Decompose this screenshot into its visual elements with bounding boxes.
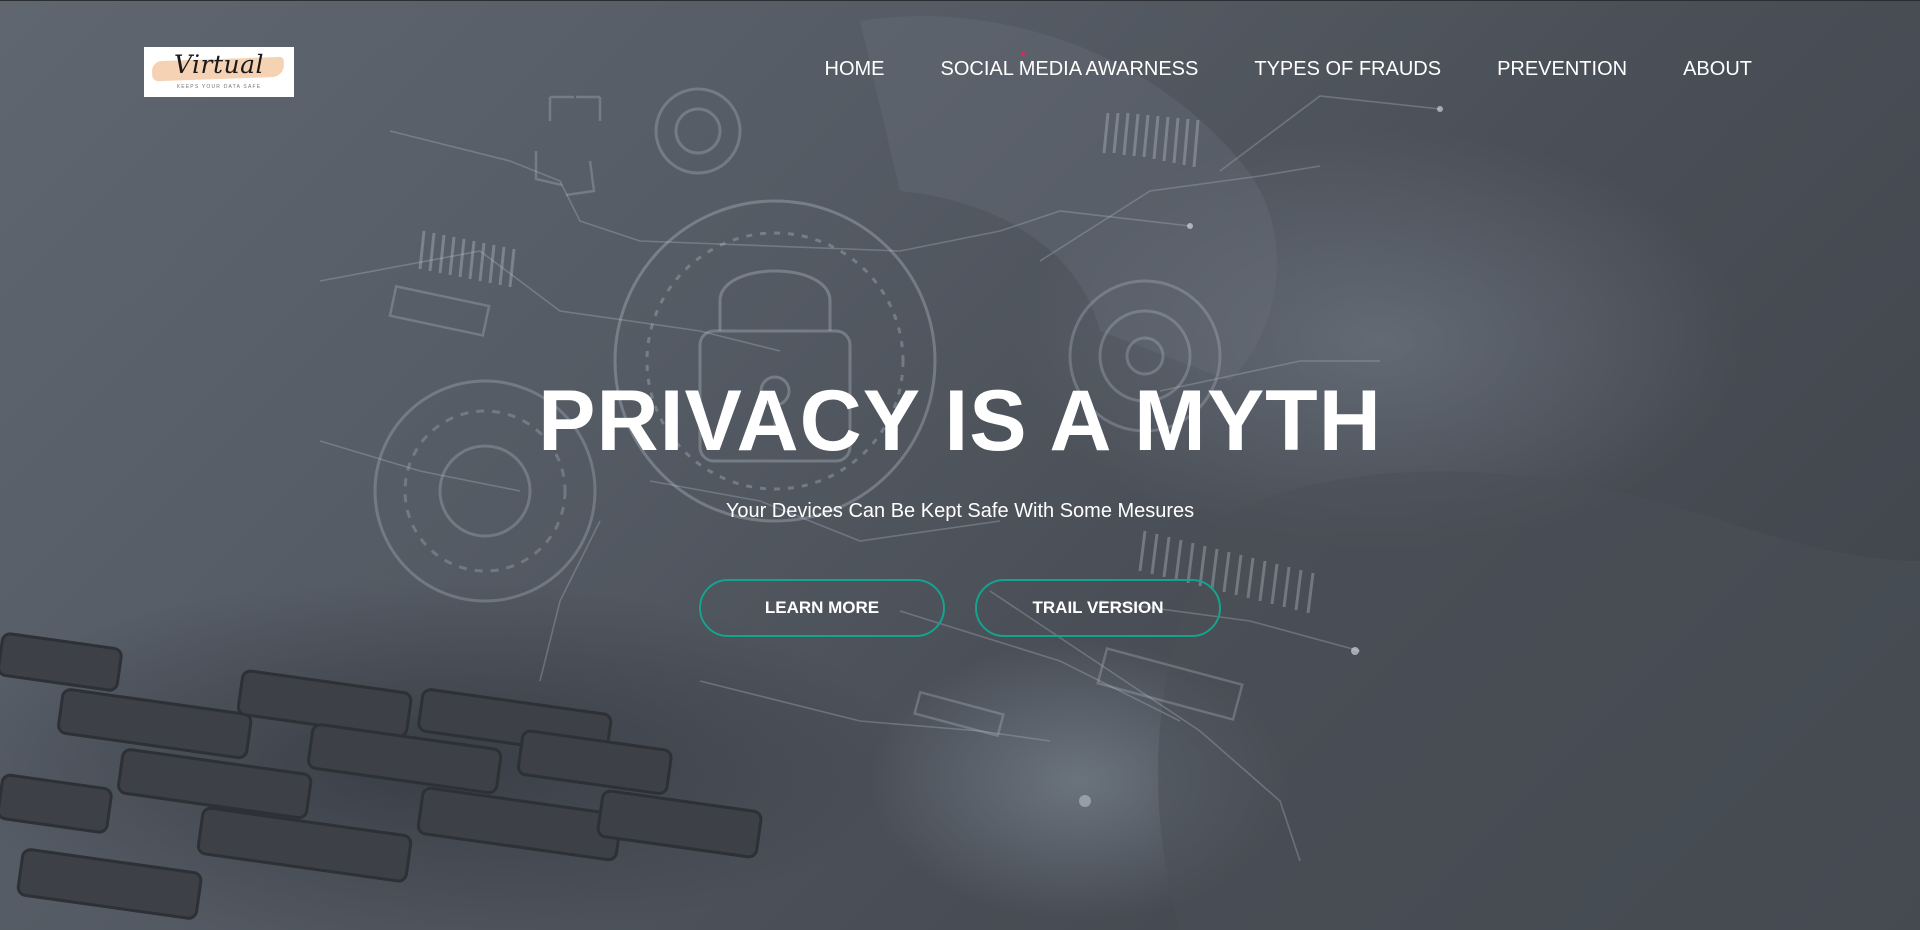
nav-item-home[interactable]: HOME — [825, 58, 885, 81]
trail-version-button[interactable]: TRAIL VERSION — [975, 579, 1221, 637]
nav-item-prevention[interactable]: PREVENTION — [1497, 58, 1627, 81]
hero-headline: PRIVACY IS A MYTH — [538, 373, 1382, 469]
logo-tagline: KEEPS YOUR DATA SAFE — [176, 84, 262, 90]
hero-subtitle: Your Devices Can Be Kept Safe With Some … — [725, 500, 1195, 522]
main-navigation: HOME SOCIAL MEDIA AWARNESS TYPES OF FRAU… — [825, 52, 1752, 81]
logo-wordmark: Virtual — [173, 50, 265, 79]
hand-illustration — [1157, 471, 1920, 930]
learn-more-button[interactable]: LEARN MORE — [699, 579, 945, 637]
nav-item-social-media-awarness[interactable]: SOCIAL MEDIA AWARNESS — [940, 52, 1199, 81]
keyboard-illustration — [0, 632, 763, 920]
active-indicator-dot — [1020, 52, 1025, 56]
nav-item-types-of-frauds[interactable]: TYPES OF FRAUDS — [1254, 58, 1441, 81]
nav-item-about[interactable]: ABOUT — [1683, 58, 1752, 81]
logo[interactable]: Virtual KEEPS YOUR DATA SAFE — [144, 47, 294, 97]
hero-buttons: LEARN MORE TRAIL VERSION — [0, 579, 1920, 637]
hero-section: Virtual KEEPS YOUR DATA SAFE HOME SOCIAL… — [0, 0, 1920, 930]
nav-item-label: SOCIAL MEDIA AWARNESS — [940, 58, 1199, 80]
lock-illustration — [613, 199, 937, 523]
